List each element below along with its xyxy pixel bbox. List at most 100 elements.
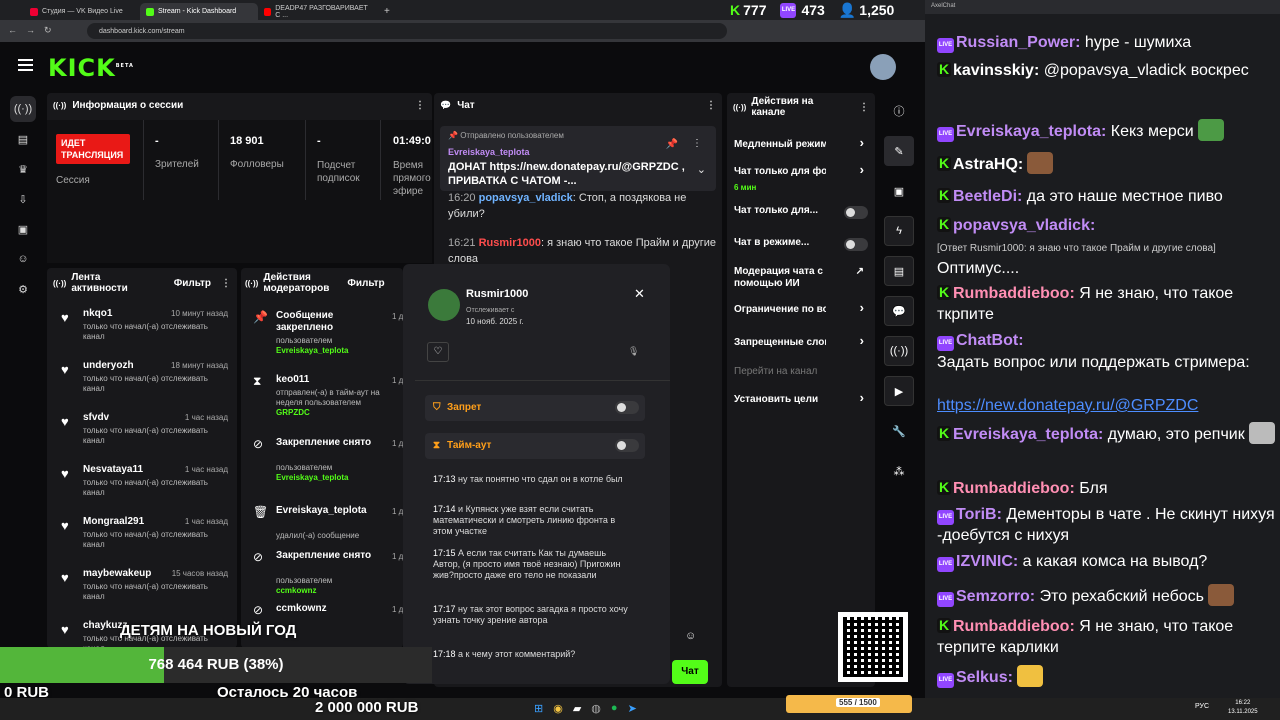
window-title: AxelChat [931,3,956,9]
video-icon[interactable]: ▶ [884,376,914,406]
users-icon[interactable]: ☺ [10,246,36,272]
subs-label: Подсчет подписок [317,160,360,184]
qr-pattern [843,617,903,677]
emoji-icon[interactable]: ☺ [685,630,696,642]
timeout-toggle[interactable] [615,439,639,452]
clip-icon[interactable]: ▣ [10,216,36,242]
ban-toggle-row[interactable]: ⛉ Запрет [425,395,645,421]
username[interactable]: popavsya_vladick [479,192,573,204]
chevron-right-icon[interactable]: › [860,391,864,404]
timeout-toggle-row[interactable]: ⧗ Тайм-аут [425,433,645,459]
kick-logo[interactable]: KICKBETA [48,54,134,82]
feed-item[interactable]: ♥ sfvdv 1 час назад только что начал(-а) от… [58,412,228,460]
stream-icon[interactable]: ((·)) [10,96,36,122]
channel-setting-item[interactable]: Модерация чата с помощью ИИ ↗ [734,266,868,294]
upload-icon[interactable]: ⇩ [10,186,36,212]
feed-username[interactable]: Nesvataya11 [83,464,143,475]
feed-item[interactable]: ♥ maybewakeup 15 часов назад только что нач… [58,568,228,616]
feed-username[interactable]: sfvdv [83,412,109,423]
more-icon[interactable]: ⋮ [415,100,425,111]
tab-kick[interactable]: Stream - Kick Dashboard [140,3,258,20]
settings-icon[interactable]: ⚙ [10,276,36,302]
feed-filter-button[interactable]: Фильтр [174,278,211,289]
trophy-icon[interactable]: ♛ [10,156,36,182]
close-icon[interactable]: ✕ [634,286,645,302]
channel-setting-item[interactable]: Чат в режиме... [734,237,868,253]
unpin-icon[interactable]: 📌 [666,139,678,150]
language-indicator[interactable]: РУС [1195,703,1209,710]
more-icon[interactable]: ⋮ [859,102,869,113]
setting-label: Ограничение по возра [734,304,826,315]
channel-setting-item[interactable]: Ограничение по возра › [734,301,868,320]
chevron-right-icon[interactable]: › [860,136,864,149]
folder-icon[interactable]: ▰ [573,702,581,715]
mod-filter-button[interactable]: Фильтр [347,278,384,289]
forward-icon[interactable]: → [26,25,35,35]
overlay-chat-line: Задать вопрос или поддержать стримера: [937,352,1275,373]
more-icon[interactable]: ⋮ [221,278,231,289]
chevron-right-icon[interactable]: › [860,334,864,347]
reload-icon[interactable]: ↻ [44,25,52,36]
avatar[interactable] [870,54,896,80]
info-icon[interactable]: ⓘ [884,96,914,126]
integrations-icon[interactable]: ⁂ [884,456,914,486]
back-icon[interactable]: ← [8,25,17,35]
more-icon[interactable]: ⋮ [706,100,716,111]
channel-setting-item[interactable]: Чат только для фолло 6 мин › [734,163,868,194]
new-tab-button[interactable]: + [378,3,392,20]
feed-item[interactable]: ♥ Mongraal291 1 час назад только что начал(… [58,516,228,564]
windows-start-icon[interactable]: ⊞ [534,702,543,715]
telegram-icon[interactable]: ➤ [628,702,637,715]
analytics-icon[interactable]: ▤ [10,126,36,152]
channel-setting-item[interactable]: Перейти на канал [734,366,868,382]
tab-youtube[interactable]: DEADP47 РАЗГОВАРИВАЕТ С ... [258,3,378,20]
mod-action-user[interactable]: Evreiskaya_teplota [276,473,349,482]
ban-toggle[interactable] [615,401,639,414]
setting-toggle[interactable] [844,206,868,219]
chrome-icon[interactable]: ◉ [553,702,563,715]
message-text: и Купянск уже взят если считать математи… [433,504,616,536]
username[interactable]: Rusmir1000 [479,237,541,249]
feed-username[interactable]: Mongraal291 [83,516,144,527]
url-input[interactable]: dashboard.kick.com/stream [87,23,727,39]
channel-setting-item[interactable]: Чат только для... [734,205,868,221]
channel-setting-item[interactable]: Медленный режим › [734,136,868,155]
chat-message[interactable]: 16:20 popavsya_vladick: Стоп, а поздяков… [448,190,718,222]
external-link-icon[interactable]: ↗ [856,266,864,278]
broadcast-icon[interactable]: ((·)) [884,336,914,366]
mod-action-user[interactable]: ccmkownz [276,586,316,595]
channel-setting-item[interactable]: Установить цели › [734,391,868,410]
notes-icon[interactable]: ▤ [884,256,914,286]
menu-icon[interactable] [18,59,33,71]
feed-username[interactable]: underyozh [83,360,134,371]
chevron-down-icon[interactable]: ⌄ [697,163,706,176]
pinned-message[interactable]: 📌 Отправлено пользователем Evreiskaya_te… [440,126,716,191]
lightning-icon[interactable]: ϟ [884,216,914,246]
channel-setting-item[interactable]: Запрещенные слова › [734,334,868,353]
feed-item[interactable]: ♥ Nesvataya11 1 час назад только что начал(… [58,464,228,512]
tab-vk[interactable]: Студия — VK Видео Live [24,3,140,20]
mod-action-user[interactable]: Evreiskaya_teplota [276,346,349,355]
wrench-icon[interactable]: 🔧 [884,416,914,446]
popup-username[interactable]: Rusmir1000 [466,288,528,300]
chevron-right-icon[interactable]: › [860,163,864,176]
setting-toggle[interactable] [844,238,868,251]
chevron-right-icon[interactable]: › [860,301,864,314]
chat-message[interactable]: 16:21 Rusmir1000: я знаю что такое Прайм… [448,235,718,267]
clock[interactable]: 16:22 13.11.2025 [1228,699,1258,717]
feed-username[interactable]: nkqo1 [83,308,112,319]
screenshot-icon[interactable]: ▣ [884,176,914,206]
edit-icon[interactable]: ✎ [884,136,914,166]
heart-icon[interactable]: ♡ [427,342,449,362]
mute-icon[interactable]: 🎙 [628,346,639,357]
more-icon[interactable]: ⋮ [692,138,702,149]
feed-item[interactable]: ♥ nkqo1 10 минут назад только что начал(-а)… [58,308,228,356]
steam-icon[interactable]: ◍ [591,702,601,715]
user-log-message: 17:15 А если так считать Как ты думаешь … [433,548,633,581]
mod-action-user[interactable]: GRPZDC [276,408,310,417]
feed-username[interactable]: maybewakeup [83,568,151,579]
spotify-icon[interactable]: ● [611,702,618,715]
send-chat-button[interactable]: Чат [672,660,708,684]
feed-item[interactable]: ♥ underyozh 18 минут назад только что начал… [58,360,228,408]
chat-icon[interactable]: 💬 [884,296,914,326]
